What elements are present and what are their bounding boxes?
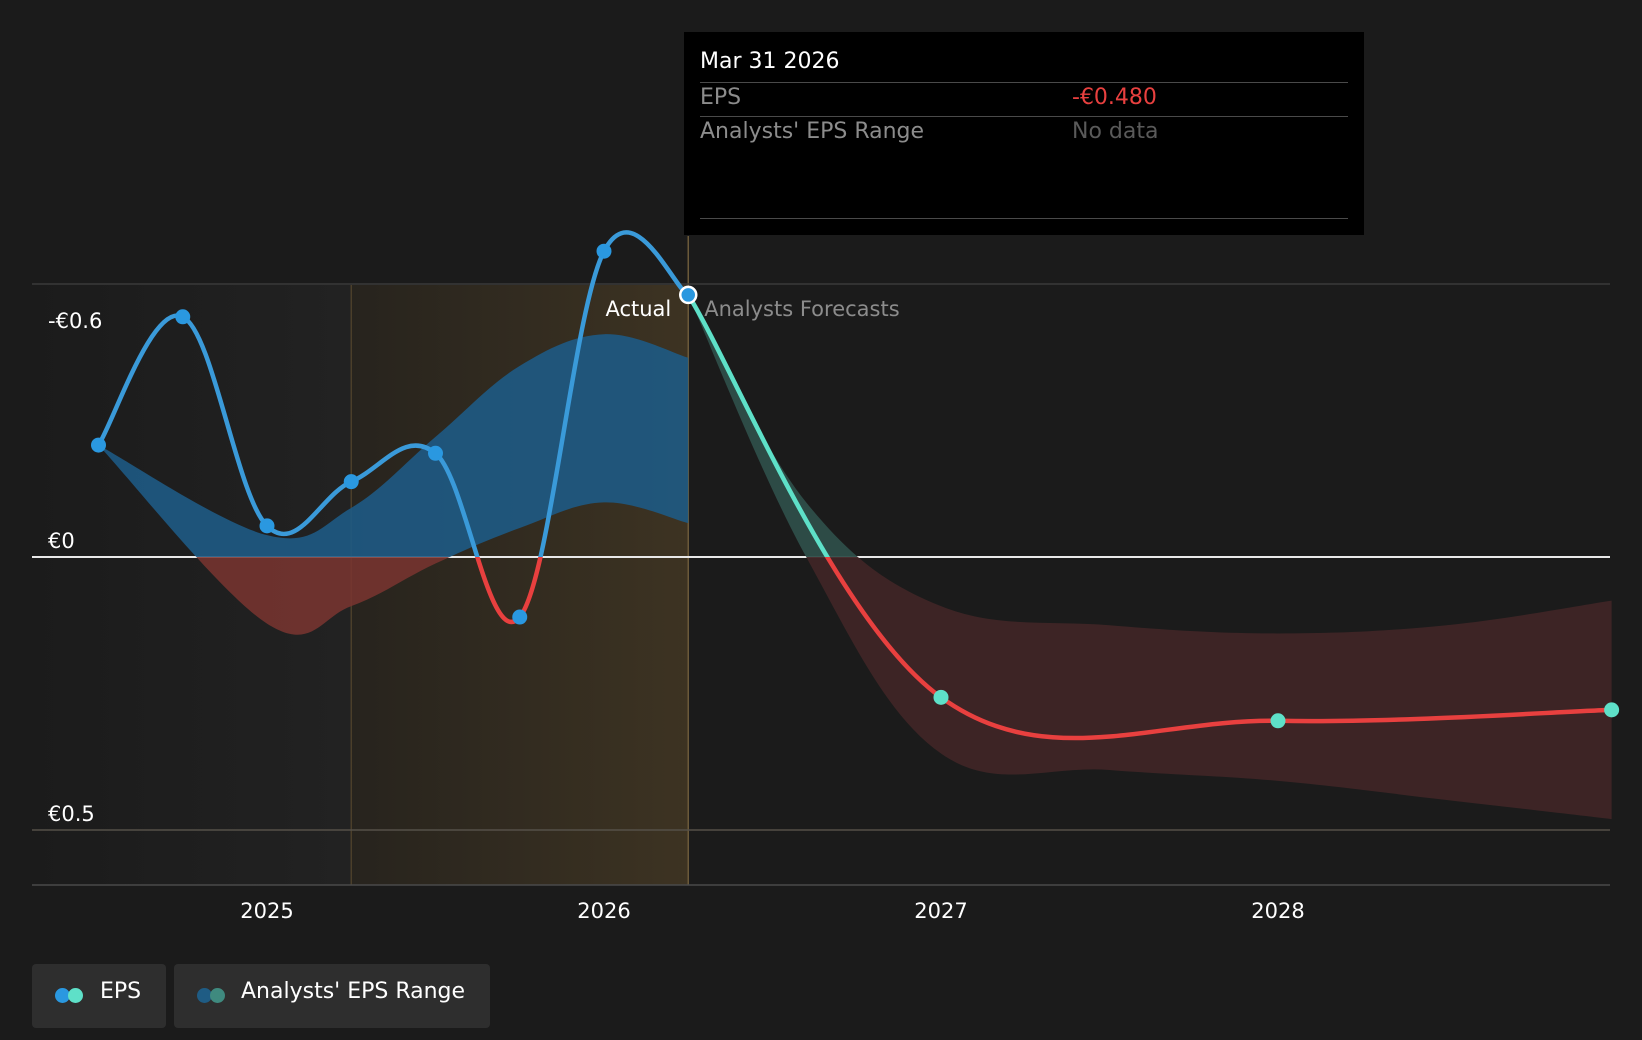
tooltip-row-range: Analysts' EPS Range No data (700, 116, 1348, 150)
y-tick-label: -€0.6 (48, 309, 102, 333)
tooltip-date: Mar 31 2026 (700, 49, 840, 74)
x-tick-label: 2027 (914, 899, 967, 923)
legend-range-label: Analysts' EPS Range (241, 979, 466, 1004)
tooltip: Mar 31 2026 EPS -€0.480 Analysts' EPS Ra… (684, 32, 1364, 235)
y-tick-label: €0 (48, 529, 75, 553)
forecast-data-point (933, 689, 949, 705)
tooltip-row-eps: EPS -€0.480 (700, 82, 1348, 116)
legend-item-eps-range[interactable]: Analysts' EPS Range (174, 964, 490, 1028)
eps-data-point (428, 445, 443, 461)
actual-region-label: Actual (605, 297, 671, 321)
tooltip-range-value: No data (1072, 119, 1159, 144)
tooltip-divider (700, 218, 1348, 219)
highlighted-data-point (679, 285, 698, 305)
legend-eps-label: EPS (100, 979, 142, 1004)
eps-data-point (343, 474, 359, 490)
range-forecast-dot-icon (210, 988, 225, 1003)
eps-data-point (512, 609, 528, 625)
x-tick-label: 2028 (1251, 899, 1304, 923)
legend-item-eps[interactable]: EPS (32, 964, 166, 1028)
eps-data-point (259, 518, 275, 534)
eps-data-point (91, 437, 106, 453)
forecast-data-point (1270, 713, 1286, 729)
forecast-data-point (1604, 702, 1620, 718)
x-tick-label: 2025 (240, 899, 293, 923)
eps-data-point (175, 309, 191, 325)
eps-forecast-dot-icon (68, 988, 83, 1003)
forecast-region-label: Analysts Forecasts (704, 297, 899, 321)
tooltip-eps-value: -€0.480 (1072, 85, 1157, 110)
tooltip-range-label: Analysts' EPS Range (700, 119, 925, 144)
eps-data-point (596, 243, 612, 259)
x-tick-label: 2026 (577, 899, 630, 923)
y-tick-label: €0.5 (48, 802, 95, 826)
tooltip-eps-label: EPS (700, 85, 742, 110)
